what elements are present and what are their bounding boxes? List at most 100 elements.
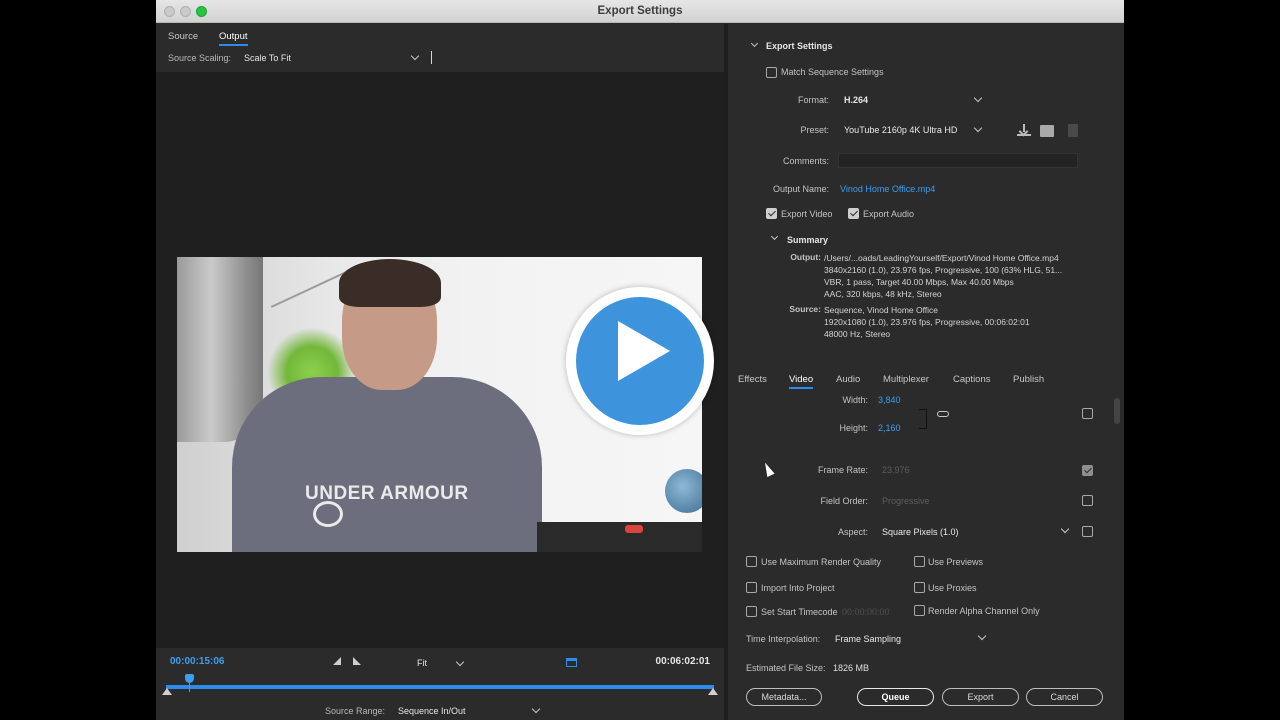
timeline-bar: 00:00:15:06 Fit 00:06:02:01 Source Range…	[156, 648, 724, 720]
settings-pane: Export Settings Match Sequence Settings …	[728, 24, 1124, 720]
logo-mark-icon	[313, 501, 343, 527]
aspect-dropdown[interactable]: Square Pixels (1.0)	[882, 527, 959, 537]
chevron-down-icon[interactable]	[410, 51, 420, 61]
chevron-down-icon[interactable]	[531, 704, 541, 714]
max-render-quality-checkbox[interactable]	[746, 556, 757, 567]
summary-source-key: Source:	[789, 304, 821, 314]
desktop-background-right	[1124, 0, 1280, 720]
summary-heading: Summary	[787, 235, 829, 245]
preview-pane: Source Output Source Scaling: Scale To F…	[156, 24, 724, 720]
field-order-value: Progressive	[882, 496, 930, 506]
tab-video[interactable]: Video	[789, 374, 814, 389]
summary-output-line: 3840x2160 (1.0), 23.976 fps, Progressive…	[824, 265, 1063, 275]
export-video-label: Export Video	[781, 209, 833, 219]
output-name-link[interactable]: Vinod Home Office.mp4	[840, 184, 935, 194]
tab-output[interactable]: Output	[219, 31, 248, 46]
frame-rate-label: Frame Rate:	[817, 465, 868, 475]
summary-source: Sequence, Vinod Home Office 1920x1080 (1…	[824, 304, 1030, 340]
use-proxies-checkbox[interactable]	[914, 582, 925, 593]
timeline-track[interactable]	[166, 685, 714, 689]
time-interpolation-dropdown[interactable]: Frame Sampling	[835, 634, 901, 644]
source-scaling-dropdown[interactable]: Scale To Fit	[244, 53, 291, 63]
match-sequence-label: Match Sequence Settings	[781, 67, 884, 77]
aspect-label: Aspect:	[837, 527, 868, 537]
chevron-down-icon[interactable]	[973, 93, 983, 103]
link-chain-icon[interactable]	[937, 411, 949, 417]
zoom-fit-dropdown[interactable]: Fit	[417, 658, 427, 668]
comments-field[interactable]	[838, 153, 1078, 168]
use-previews-label: Use Previews	[928, 557, 984, 567]
chevron-down-icon[interactable]	[977, 631, 987, 641]
export-button[interactable]: Export	[942, 688, 1019, 706]
width-value[interactable]: 3,840	[878, 395, 901, 405]
globe-image	[665, 469, 702, 513]
tab-captions[interactable]: Captions	[953, 374, 991, 385]
hoodie-image	[232, 377, 542, 552]
summary-source-line: 48000 Hz, Stereo	[824, 329, 891, 339]
hoodie-logo-text: UNDER ARMOUR	[305, 483, 469, 504]
chevron-down-icon[interactable]	[1060, 524, 1070, 534]
start-timecode-field: 00:00:00:00	[842, 607, 890, 617]
use-previews-checkbox[interactable]	[914, 556, 925, 567]
output-name-label: Output Name:	[772, 184, 829, 194]
estimated-size-label: Estimated File Size:	[746, 663, 826, 673]
out-point-handle[interactable]	[708, 688, 718, 695]
frame-rate-checkbox[interactable]	[1082, 465, 1093, 476]
height-value[interactable]: 2,160	[878, 423, 901, 433]
import-into-project-checkbox[interactable]	[746, 582, 757, 593]
width-label: Width:	[842, 395, 868, 405]
export-video-checkbox[interactable]	[766, 208, 777, 219]
chevron-down-icon[interactable]	[973, 123, 983, 133]
settings-scrollbar[interactable]	[1114, 398, 1120, 424]
tab-source[interactable]: Source	[168, 31, 198, 42]
preset-dropdown[interactable]: YouTube 2160p 4K Ultra HD	[844, 125, 957, 135]
shelf-image	[537, 522, 702, 552]
chevron-down-icon[interactable]	[770, 232, 779, 241]
match-sequence-checkbox[interactable]	[766, 67, 777, 78]
playhead-handle[interactable]	[185, 674, 195, 683]
delete-preset-icon[interactable]	[1068, 124, 1078, 137]
tab-audio[interactable]: Audio	[836, 374, 860, 385]
summary-source-line: 1920x1080 (1.0), 23.976 fps, Progressive…	[824, 317, 1030, 327]
format-dropdown[interactable]: H.264	[844, 95, 868, 105]
height-label: Height:	[839, 423, 868, 433]
person-hair-image	[339, 259, 441, 307]
title-bar[interactable]: Export Settings	[156, 0, 1124, 23]
cancel-button[interactable]: Cancel	[1026, 688, 1103, 706]
duration-timecode: 00:06:02:01	[655, 656, 710, 667]
time-interpolation-label: Time Interpolation:	[746, 634, 821, 644]
queue-button[interactable]: Queue	[857, 688, 934, 706]
set-start-timecode-label: Set Start Timecode	[761, 607, 838, 617]
tab-effects[interactable]: Effects	[738, 374, 767, 385]
save-preset-icon[interactable]	[1017, 124, 1031, 136]
tab-publish[interactable]: Publish	[1013, 374, 1044, 385]
aspect-checkbox[interactable]	[1082, 526, 1093, 537]
chevron-down-icon[interactable]	[750, 39, 759, 48]
field-order-checkbox[interactable]	[1082, 495, 1093, 506]
divider	[431, 51, 432, 64]
import-preset-icon[interactable]	[1040, 125, 1054, 137]
export-audio-label: Export Audio	[863, 209, 915, 219]
field-order-label: Field Order:	[820, 496, 868, 506]
crop-icon[interactable]	[566, 658, 577, 667]
chevron-down-icon[interactable]	[455, 657, 465, 667]
play-button[interactable]	[566, 287, 714, 435]
in-point-handle[interactable]	[162, 688, 172, 695]
source-range-dropdown[interactable]: Sequence In/Out	[398, 706, 466, 716]
mark-out-icon[interactable]	[353, 657, 361, 665]
width-height-override-checkbox[interactable]	[1082, 408, 1093, 419]
tab-multiplexer[interactable]: Multiplexer	[883, 374, 929, 385]
export-settings-window: Export Settings Source Output Source Sca…	[156, 0, 1124, 720]
set-start-timecode-checkbox[interactable]	[746, 606, 757, 617]
summary-output-line: /Users/...oads/LeadingYourself/Export/Vi…	[824, 253, 1059, 263]
mark-in-icon[interactable]	[333, 657, 341, 665]
export-audio-checkbox[interactable]	[848, 208, 859, 219]
source-scaling-label: Source Scaling:	[168, 53, 232, 63]
metadata-button[interactable]: Metadata...	[746, 688, 822, 706]
max-render-quality-label: Use Maximum Render Quality	[761, 557, 882, 567]
summary-output-line: AAC, 320 kbps, 48 kHz, Stereo	[824, 289, 942, 299]
render-alpha-checkbox[interactable]	[914, 605, 925, 616]
desktop-background-left	[0, 0, 156, 720]
current-timecode[interactable]: 00:00:15:06	[170, 656, 224, 667]
use-proxies-label: Use Proxies	[928, 583, 977, 593]
